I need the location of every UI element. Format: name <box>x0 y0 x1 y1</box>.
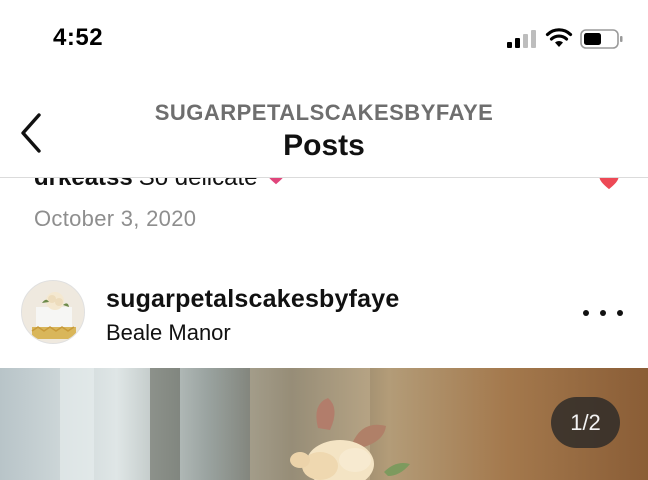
avatar[interactable] <box>21 280 85 344</box>
account-name[interactable]: SUGARPETALSCAKESBYFAYE <box>0 100 648 126</box>
more-options-button[interactable] <box>583 303 623 323</box>
navigation-header: SUGARPETALSCAKESBYFAYE Posts <box>0 80 648 178</box>
post-username[interactable]: sugarpetalscakesbyfaye <box>106 285 399 314</box>
post-header: sugarpetalscakesbyfaye Beale Manor <box>0 278 648 366</box>
page-title: Posts <box>283 129 365 162</box>
status-time: 4:52 <box>53 24 104 51</box>
post-date: October 3, 2020 <box>34 206 197 231</box>
status-bar: 4:52 <box>0 0 648 80</box>
more-horizontal-icon <box>600 310 606 316</box>
more-horizontal-icon <box>583 310 589 316</box>
wifi-icon <box>545 28 573 47</box>
battery-icon <box>580 29 623 49</box>
cellular-signal-icon <box>507 30 536 48</box>
post-location[interactable]: Beale Manor <box>106 320 231 346</box>
image-counter-badge: 1/2 <box>551 397 620 448</box>
cake-avatar-image <box>22 281 84 343</box>
more-horizontal-icon <box>617 310 623 316</box>
